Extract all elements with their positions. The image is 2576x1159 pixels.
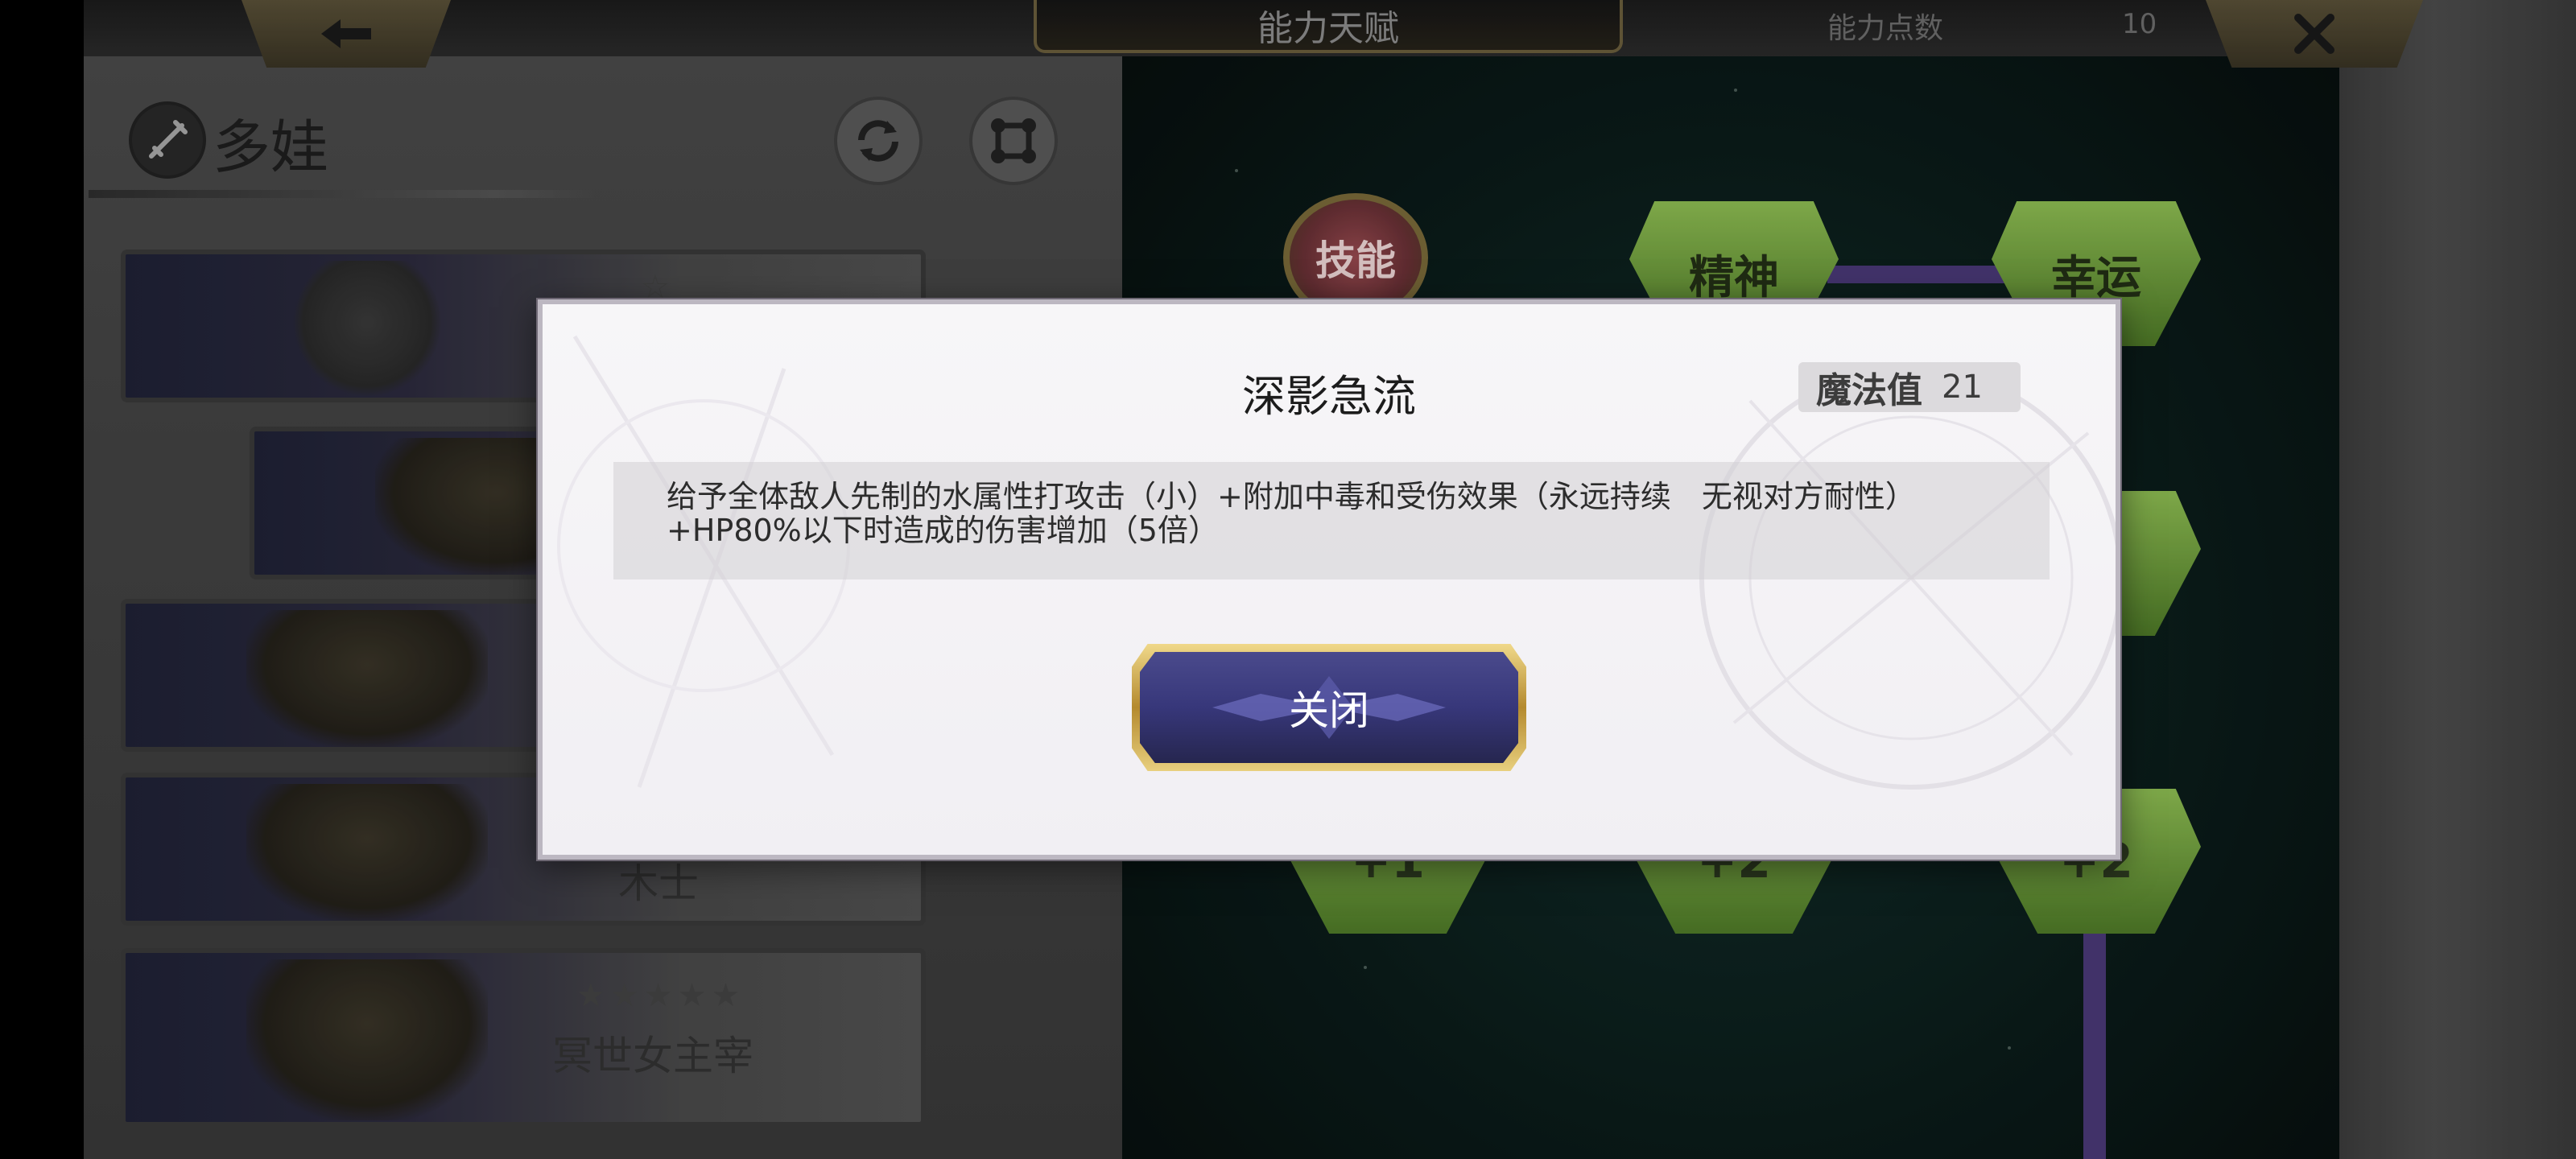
mp-cost-value: 21	[1942, 369, 1983, 406]
skill-description-box: 给予全体敌人先制的水属性打攻击（小）+附加中毒和受伤效果（永远持续 无视对方耐性…	[613, 462, 2050, 580]
close-button[interactable]: 关闭	[1132, 644, 1526, 771]
mp-cost-badge: 魔法值 21	[1798, 362, 2021, 412]
mp-cost-label: 魔法值	[1816, 370, 1922, 411]
skill-description: 给予全体敌人先制的水属性打攻击（小）+附加中毒和受伤效果（永远持续 无视对方耐性…	[667, 479, 1916, 548]
skill-detail-dialog: 深影急流 魔法值 21 给予全体敌人先制的水属性打攻击（小）+附加中毒和受伤效果…	[538, 299, 2120, 860]
close-button-label: 关闭	[1289, 687, 1369, 734]
